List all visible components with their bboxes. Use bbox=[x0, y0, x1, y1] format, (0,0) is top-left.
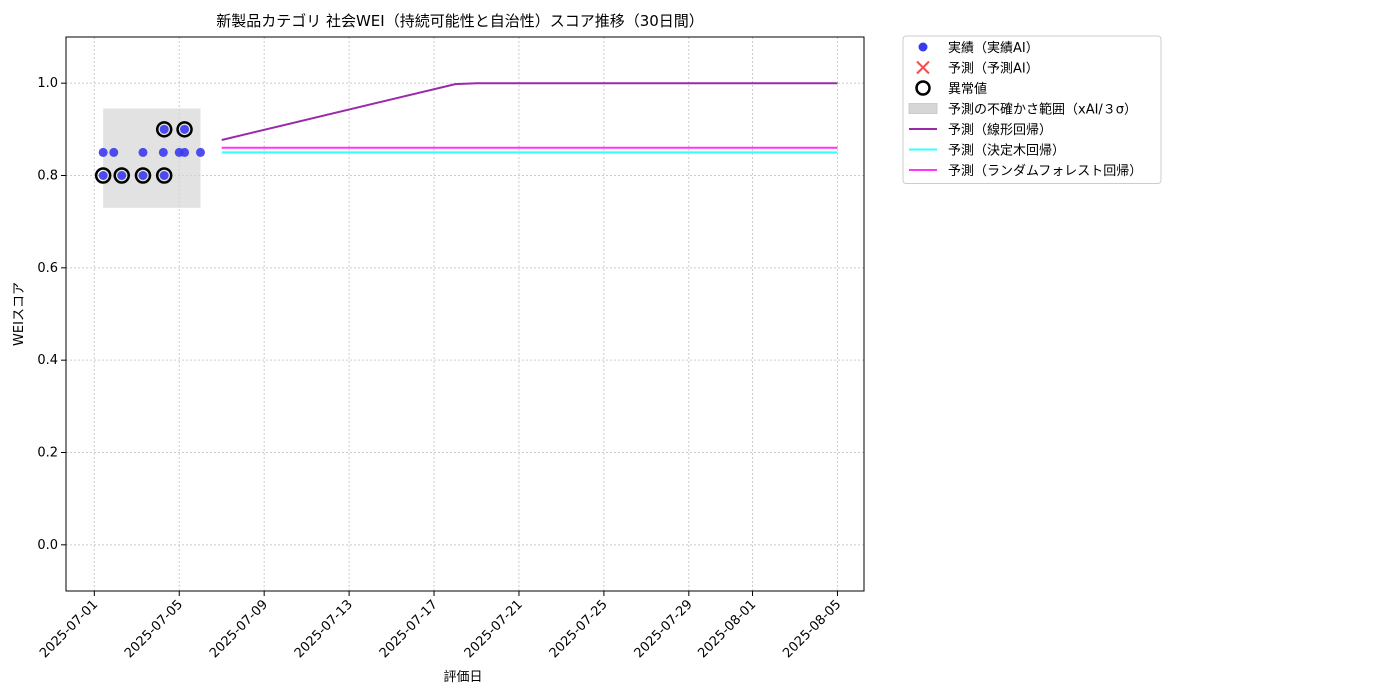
chart-canvas: 新製品カテゴリ 社会WEI（持続可能性と自治性）スコア推移（30日間） 2025… bbox=[12, 12, 1162, 685]
forecast-lines-layer bbox=[221, 82, 838, 154]
y-tick-label: 0.2 bbox=[37, 446, 58, 461]
actual-point bbox=[98, 147, 108, 157]
x-tick-label: 2025-07-09 bbox=[207, 597, 271, 661]
y-axis-label: WEIスコア bbox=[12, 282, 27, 346]
actual-point bbox=[159, 124, 169, 134]
actual-point bbox=[98, 171, 108, 180]
x-tick-label: 2025-07-13 bbox=[292, 597, 356, 661]
x-tick-label: 2025-07-01 bbox=[37, 597, 101, 661]
actual-point bbox=[158, 147, 168, 157]
chart-title: 新製品カテゴリ 社会WEI（持続可能性と自治性）スコア推移（30日間） bbox=[216, 12, 704, 30]
legend-label: 予測（ランダムフォレスト回帰） bbox=[948, 163, 1142, 179]
x-tick-label: 2025-07-25 bbox=[547, 597, 611, 661]
legend: 実績（実績AI） 予測（予測AI） 異常値予測の不確かさ範囲（xAI/３σ） 予測（線… bbox=[902, 35, 1162, 184]
legend-label: 実績（実績AI） bbox=[948, 40, 1039, 56]
actual-point bbox=[138, 147, 148, 157]
y-tick-label: 0.6 bbox=[37, 261, 58, 276]
legend-marker bbox=[918, 42, 928, 52]
actual-point bbox=[117, 171, 127, 180]
y-tick-label: 0.8 bbox=[37, 169, 58, 184]
x-tick-label: 2025-07-05 bbox=[122, 597, 186, 661]
x-tick-label: 2025-07-21 bbox=[462, 597, 526, 661]
legend-label: 予測（予測AI） bbox=[948, 62, 1039, 77]
legend-marker bbox=[908, 103, 938, 114]
x-tick-label: 2025-08-05 bbox=[780, 597, 844, 661]
legend-label: 予測（決定木回帰） bbox=[948, 143, 1065, 159]
legend-label: 予測（線形回帰） bbox=[948, 122, 1052, 138]
y-tick-label: 0.0 bbox=[37, 538, 58, 553]
legend-label: 異常値 bbox=[948, 81, 987, 97]
x-axis-label: 評価日 bbox=[443, 670, 482, 685]
actual-point bbox=[159, 171, 169, 180]
x-tick-label: 2025-08-01 bbox=[695, 597, 759, 661]
series-line-linear bbox=[221, 82, 838, 141]
actual-point bbox=[109, 147, 119, 157]
actual-point bbox=[180, 147, 190, 157]
x-tick-label: 2025-07-17 bbox=[377, 597, 441, 661]
y-tick-label: 0.4 bbox=[37, 353, 58, 368]
legend-label: 予測の不確かさ範囲（xAI/３σ） bbox=[948, 102, 1137, 118]
actual-point bbox=[195, 147, 205, 157]
actual-point bbox=[138, 171, 148, 180]
y-tick-label: 1.0 bbox=[37, 76, 58, 91]
actual-point bbox=[180, 124, 190, 134]
x-tick-label: 2025-07-29 bbox=[632, 597, 696, 661]
